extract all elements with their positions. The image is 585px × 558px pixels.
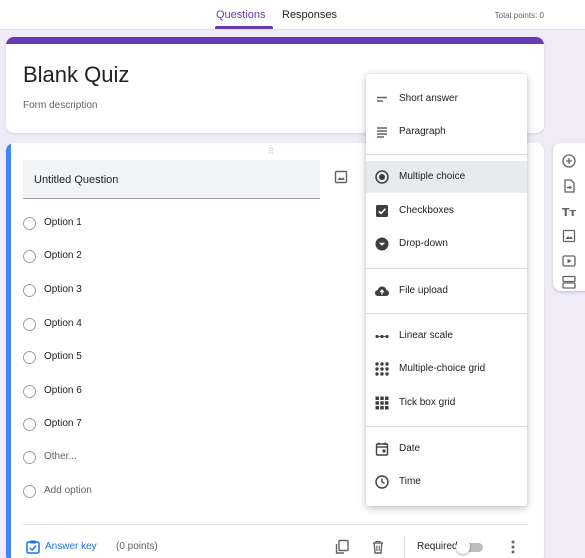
- option-label: Option 7: [44, 418, 82, 429]
- image-icon: [334, 170, 348, 184]
- menu-item-label: Tick box grid: [399, 397, 456, 408]
- menu-item-checkboxes[interactable]: Checkboxes: [366, 195, 527, 227]
- radio-icon: [23, 351, 36, 364]
- add-title-button[interactable]: Tт: [561, 203, 577, 219]
- add-image-to-question-button[interactable]: [333, 169, 349, 185]
- cloud-upload-icon: [375, 286, 389, 296]
- menu-item-linear-scale[interactable]: Linear scale: [366, 320, 527, 352]
- short-answer-icon: [377, 96, 387, 102]
- paragraph-icon: [377, 127, 387, 138]
- import-questions-button[interactable]: [561, 178, 577, 194]
- menu-item-label: Checkboxes: [399, 205, 455, 216]
- add-option-label: Add option: [44, 485, 92, 496]
- form-title[interactable]: Blank Quiz: [23, 62, 129, 88]
- menu-separator: [366, 426, 527, 427]
- calendar-icon: [375, 442, 389, 456]
- answer-key-label: Answer key: [45, 541, 97, 552]
- menu-item-tick-box-grid[interactable]: Tick box grid: [366, 387, 527, 419]
- menu-item-file-upload[interactable]: File upload: [366, 275, 527, 307]
- menu-item-label: Multiple-choice grid: [399, 363, 486, 374]
- menu-item-label: Multiple choice: [399, 171, 466, 182]
- question-title: Untitled Question: [34, 174, 119, 186]
- add-section-icon: [562, 275, 576, 289]
- menu-separator: [366, 154, 527, 155]
- duplicate-icon: [335, 539, 349, 554]
- option-label: Option 1: [44, 217, 82, 228]
- more-options-button[interactable]: [507, 539, 519, 555]
- active-tab-indicator: [215, 26, 273, 29]
- menu-separator: [366, 313, 527, 314]
- tab-responses[interactable]: Responses: [282, 9, 337, 21]
- radio-checked-icon: [375, 170, 389, 184]
- menu-item-multiple-choice[interactable]: Multiple choice: [366, 161, 527, 193]
- menu-item-date[interactable]: Date: [366, 433, 527, 465]
- radio-icon: [23, 250, 36, 263]
- drag-handle-icon[interactable]: ⠿: [268, 147, 275, 156]
- add-video-icon: [562, 255, 576, 267]
- add-question-button[interactable]: [561, 153, 577, 169]
- option-label: Option 6: [44, 385, 82, 396]
- menu-item-label: Paragraph: [399, 126, 446, 137]
- footer-divider-line: [23, 524, 528, 525]
- menu-item-paragraph[interactable]: Paragraph: [366, 116, 527, 148]
- menu-item-label: Time: [399, 476, 421, 487]
- other-option-label: Other...: [44, 451, 77, 462]
- add-image-icon: [562, 229, 576, 243]
- add-question-icon: [562, 154, 576, 168]
- header-accent-bar: [6, 37, 544, 44]
- radio-icon: [23, 385, 36, 398]
- menu-item-drop-down[interactable]: Drop-down: [366, 228, 527, 260]
- question-type-menu: Short answer Paragraph Multiple choice C…: [366, 74, 527, 506]
- option-label: Option 3: [44, 284, 82, 295]
- menu-item-time[interactable]: Time: [366, 466, 527, 498]
- radio-icon: [23, 485, 36, 498]
- svg-text:Tт: Tт: [562, 206, 577, 219]
- required-label: Required: [417, 541, 458, 552]
- square-grid-icon: [375, 396, 389, 410]
- radio-icon: [23, 318, 36, 331]
- question-points: (0 points): [116, 541, 158, 552]
- linear-scale-icon: [375, 334, 389, 339]
- trash-icon: [373, 540, 383, 554]
- delete-button[interactable]: [370, 539, 386, 555]
- menu-item-label: Short answer: [399, 93, 458, 104]
- more-vert-icon: [511, 540, 515, 554]
- tab-questions[interactable]: Questions: [216, 9, 266, 21]
- question-title-field[interactable]: Untitled Question: [23, 160, 320, 199]
- dot-grid-icon: [375, 362, 389, 376]
- menu-item-short-answer[interactable]: Short answer: [366, 83, 527, 115]
- menu-item-label: File upload: [399, 285, 448, 296]
- active-question-accent: [6, 143, 11, 558]
- form-description-field[interactable]: Form description: [23, 100, 97, 111]
- side-toolbar: Tт: [553, 143, 585, 291]
- total-points: Total points: 0: [494, 11, 544, 20]
- menu-item-multiple-choice-grid[interactable]: Multiple-choice grid: [366, 353, 527, 385]
- import-questions-icon: [564, 179, 575, 193]
- add-image-button[interactable]: [561, 228, 577, 244]
- radio-icon: [23, 451, 36, 464]
- menu-item-label: Linear scale: [399, 330, 453, 341]
- radio-icon: [23, 418, 36, 431]
- required-toggle[interactable]: [456, 540, 485, 554]
- add-section-button[interactable]: [561, 274, 577, 290]
- radio-icon: [23, 217, 36, 230]
- menu-item-label: Date: [399, 443, 421, 454]
- footer-vertical-divider: [404, 536, 405, 558]
- menu-separator: [366, 268, 527, 269]
- checkbox-icon: [376, 205, 388, 217]
- dropdown-circle-icon: [375, 237, 389, 251]
- radio-icon: [23, 284, 36, 297]
- top-bar: Questions Responses Total points: 0: [0, 0, 585, 30]
- option-label: Option 2: [44, 250, 82, 261]
- option-label: Option 4: [44, 318, 82, 329]
- add-title-icon: Tт: [562, 206, 577, 219]
- option-label: Option 5: [44, 351, 82, 362]
- clock-icon: [375, 475, 389, 489]
- toggle-thumb: [456, 540, 470, 554]
- add-video-button[interactable]: [561, 253, 577, 269]
- duplicate-button[interactable]: [334, 539, 350, 555]
- menu-item-label: Drop-down: [399, 238, 448, 249]
- answer-key-icon: [26, 540, 40, 554]
